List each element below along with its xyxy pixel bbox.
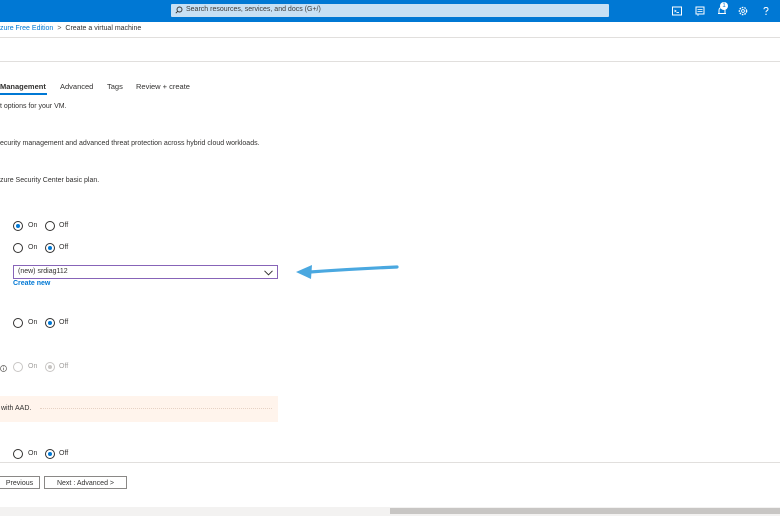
dotted-separator bbox=[40, 408, 272, 409]
radio-on-label: On bbox=[28, 363, 38, 370]
radio-off[interactable] bbox=[45, 221, 55, 231]
create-new-link[interactable]: Create new bbox=[13, 280, 50, 287]
radio-off-label: Off bbox=[59, 222, 69, 229]
next-advanced-button[interactable]: Next : Advanced > bbox=[44, 476, 127, 489]
security-plan-text: zure Security Center basic plan. bbox=[0, 177, 100, 184]
radio-off-label: Off bbox=[59, 319, 69, 326]
active-tab-indicator bbox=[0, 93, 47, 95]
settings-icon[interactable] bbox=[737, 5, 749, 17]
notification-badge: 1 bbox=[720, 2, 728, 10]
footer-divider bbox=[0, 462, 780, 463]
directory-filter-icon[interactable] bbox=[694, 5, 706, 17]
search-box[interactable]: Search resources, services, and docs (G+… bbox=[171, 4, 609, 17]
radio-off[interactable] bbox=[45, 449, 55, 459]
info-icon[interactable] bbox=[0, 365, 7, 374]
radio-off bbox=[45, 362, 55, 372]
previous-button[interactable]: Previous bbox=[0, 476, 40, 489]
diagnostics-storage-account-dropdown[interactable]: (new) srdiag112 bbox=[13, 265, 278, 279]
radio-off-label: Off bbox=[59, 450, 69, 457]
aad-note-text: with AAD. bbox=[1, 405, 32, 412]
divider bbox=[0, 37, 780, 38]
aad-info-box: with AAD. bbox=[0, 396, 278, 422]
cloud-shell-icon[interactable] bbox=[671, 5, 683, 17]
radio-off[interactable] bbox=[45, 318, 55, 328]
radio-on[interactable] bbox=[13, 243, 23, 253]
help-icon[interactable] bbox=[760, 5, 772, 17]
breadcrumb-separator-icon: > bbox=[57, 25, 62, 32]
security-description: ecurity management and advanced threat p… bbox=[0, 140, 260, 147]
tab-management[interactable]: Management bbox=[0, 82, 46, 91]
radio-on[interactable] bbox=[13, 221, 23, 231]
radio-off[interactable] bbox=[45, 243, 55, 253]
radio-on[interactable] bbox=[13, 449, 23, 459]
radio-off-label: Off bbox=[59, 363, 69, 370]
search-placeholder: Search resources, services, and docs (G+… bbox=[186, 6, 321, 13]
tab-review-create[interactable]: Review + create bbox=[136, 82, 190, 91]
radio-off-label: Off bbox=[59, 244, 69, 251]
divider bbox=[0, 61, 780, 62]
top-bar: Search resources, services, and docs (G+… bbox=[0, 0, 780, 22]
radio-on-label: On bbox=[28, 222, 38, 229]
dropdown-value: (new) srdiag112 bbox=[18, 268, 68, 275]
radio-on-label: On bbox=[28, 319, 38, 326]
scrollbar-thumb[interactable] bbox=[390, 508, 780, 514]
chevron-down-icon bbox=[264, 269, 273, 278]
search-icon bbox=[175, 6, 183, 16]
radio-on bbox=[13, 362, 23, 372]
breadcrumb-current: Create a virtual machine bbox=[65, 25, 142, 32]
intro-text: t options for your VM. bbox=[0, 103, 67, 110]
radio-on-label: On bbox=[28, 244, 38, 251]
tab-advanced[interactable]: Advanced bbox=[60, 82, 93, 91]
radio-on-label: On bbox=[28, 450, 38, 457]
radio-on[interactable] bbox=[13, 318, 23, 328]
annotation-arrow-icon bbox=[296, 265, 399, 279]
breadcrumb: zure Free Edition > Create a virtual machi… bbox=[0, 25, 141, 37]
breadcrumb-parent-link[interactable]: zure Free Edition bbox=[0, 25, 53, 32]
tab-tags[interactable]: Tags bbox=[107, 82, 123, 91]
